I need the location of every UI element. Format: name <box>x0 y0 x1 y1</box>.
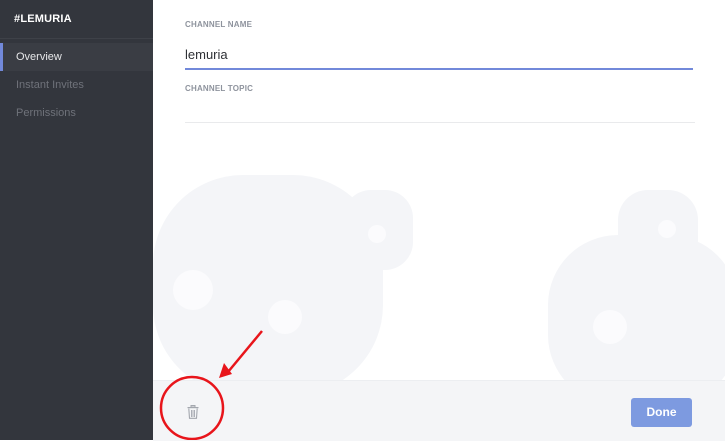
channel-name-label: CHANNEL NAME <box>185 20 253 29</box>
sidebar-item-permissions[interactable]: Permissions <box>0 99 153 127</box>
done-button[interactable]: Done <box>631 398 692 427</box>
channel-title: #LEMURIA <box>14 13 72 25</box>
sidebar-divider <box>0 38 153 39</box>
channel-name-input[interactable] <box>185 40 693 70</box>
settings-sidebar: #LEMURIA Overview Instant Invites Permis… <box>0 0 153 440</box>
settings-main-panel: CHANNEL NAME CHANNEL TOPIC <box>153 0 725 440</box>
channel-topic-input[interactable] <box>185 98 695 123</box>
sidebar-item-overview[interactable]: Overview <box>0 43 153 71</box>
channel-topic-label: CHANNEL TOPIC <box>185 84 254 93</box>
sidebar-item-instant-invites[interactable]: Instant Invites <box>0 71 153 99</box>
settings-footer: Done <box>153 380 725 441</box>
trash-icon[interactable] <box>187 405 199 419</box>
